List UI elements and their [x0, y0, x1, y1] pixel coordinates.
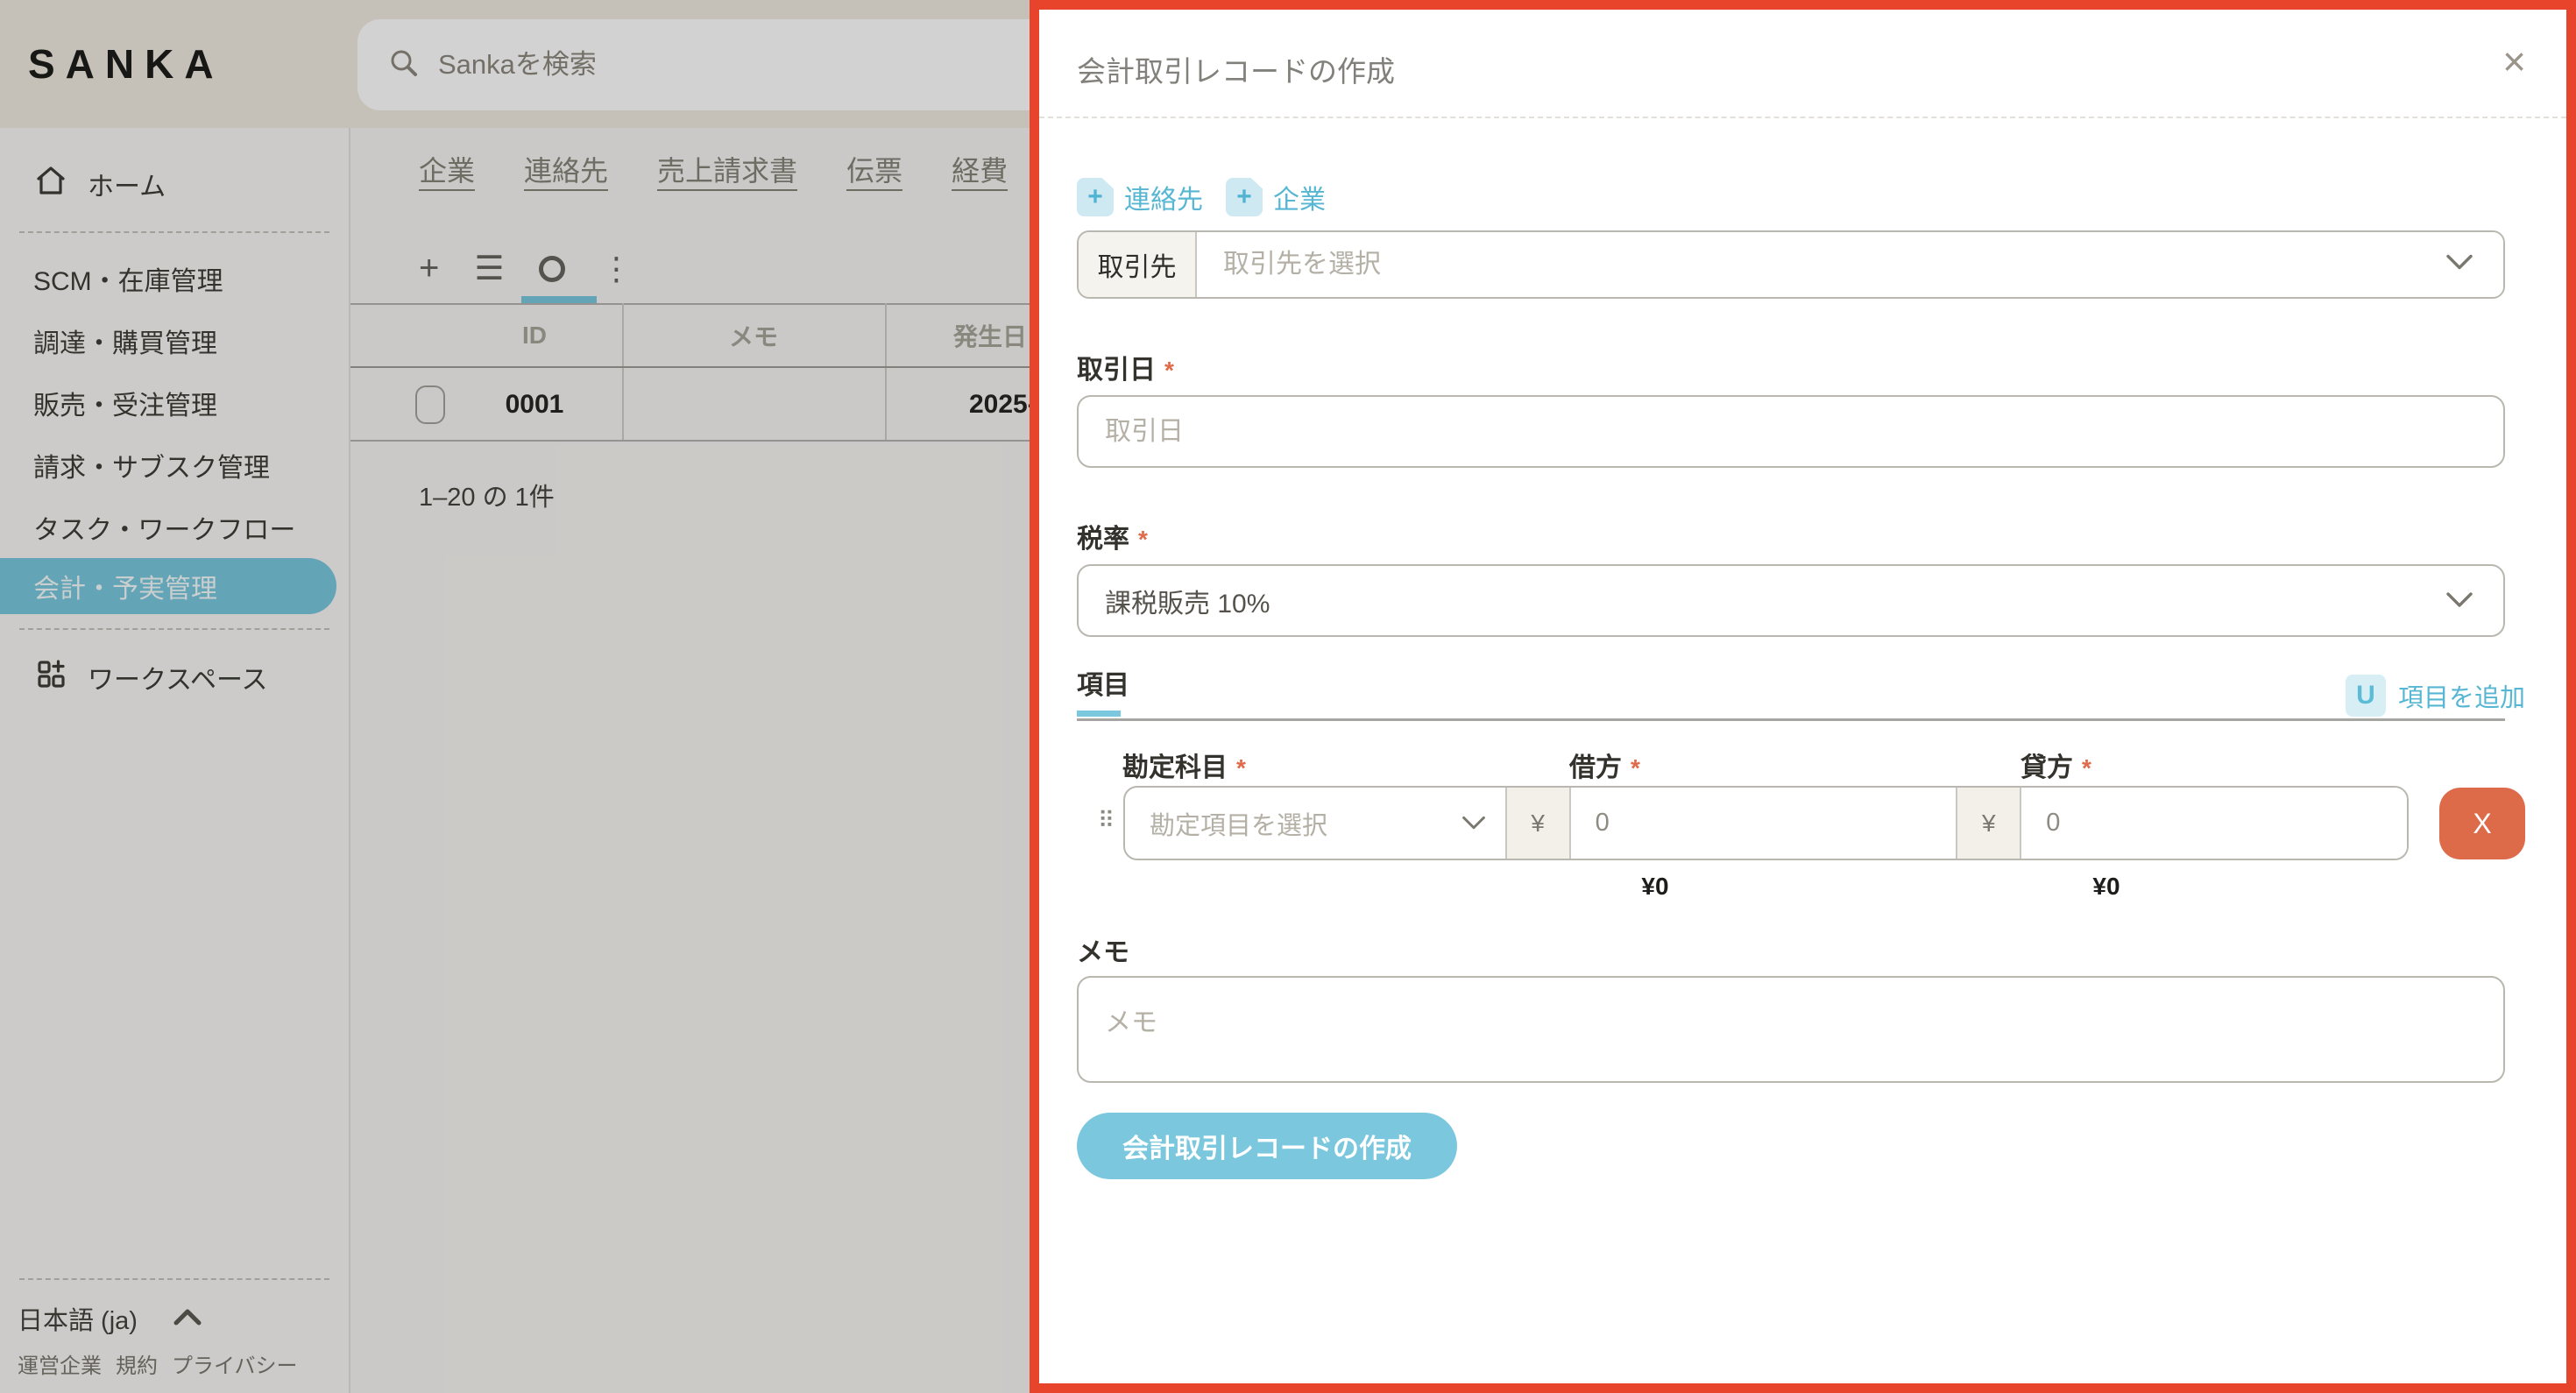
quick-add-company-button[interactable]: + 企業 [1226, 178, 1326, 216]
required-mark: * [1631, 754, 1640, 781]
close-icon[interactable]: × [2502, 41, 2526, 81]
required-mark: * [1164, 357, 1174, 384]
credit-amount-input[interactable] [2021, 788, 2407, 859]
memo-textarea[interactable] [1077, 976, 2505, 1083]
drag-handle-icon[interactable]: ⠿ [1098, 807, 1116, 834]
drawer-body: + 連絡先 + 企業 取引先 取引日* 税率* [1039, 176, 2566, 1179]
items-section-divider [1077, 718, 2505, 721]
required-mark: * [2082, 754, 2091, 781]
submit-button[interactable]: 会計取引レコードの作成 [1077, 1113, 1457, 1179]
credit-currency-prefix: ¥ [1956, 788, 2021, 859]
credit-column-label: 貸方* [2020, 746, 2091, 784]
screen: SANKA ホーム SCM・在庫管理 調達・購買管理 販売・受注管理 請求・サブ… [0, 0, 2576, 1393]
memo-label: メモ [1077, 930, 2525, 969]
items-section-header: 項目 U 項目を追加 [1077, 663, 2525, 717]
client-select-input[interactable] [1197, 232, 2503, 297]
add-item-button[interactable]: U 項目を追加 [2346, 675, 2525, 717]
item-totals: ¥0 ¥0 [1077, 873, 2525, 904]
plus-icon: + [1226, 178, 1263, 216]
transaction-date-input[interactable] [1077, 395, 2505, 468]
drawer-title: 会計取引レコードの作成 [1077, 48, 1395, 90]
create-transaction-drawer: 会計取引レコードの作成 × + 連絡先 + 企業 取引先 [1030, 0, 2576, 1393]
chevron-down-icon [2445, 586, 2473, 616]
items-section-title: 項目 [1077, 663, 1129, 717]
tax-rate-label: 税率* [1077, 517, 2525, 555]
quick-add-row: + 連絡先 + 企業 [1077, 176, 2525, 218]
required-mark: * [1138, 526, 1148, 553]
debit-column-label: 借方* [1569, 746, 1640, 784]
debit-amount-input[interactable] [1571, 788, 1957, 859]
account-column-label: 勘定科目* [1122, 746, 1246, 784]
client-select[interactable]: 取引先 [1077, 230, 2505, 299]
debit-currency-prefix: ¥ [1505, 788, 1571, 859]
delete-item-button[interactable]: X [2439, 788, 2525, 859]
plus-icon: + [1077, 178, 1114, 216]
chevron-down-icon [1461, 809, 1486, 838]
client-field-label: 取引先 [1079, 232, 1197, 297]
quick-add-label: 連絡先 [1124, 178, 1203, 216]
items-title-underline [1077, 711, 1121, 717]
required-mark: * [1236, 754, 1246, 781]
item-row: ⠿ 勘定項目を選択 ¥ ¥ X [1077, 786, 2525, 860]
tax-rate-select[interactable]: 課税販売 10% [1077, 564, 2505, 637]
credit-total: ¥0 [2054, 873, 2159, 901]
transaction-date-label: 取引日* [1077, 348, 2525, 386]
drawer-header: 会計取引レコードの作成 × [1039, 10, 2566, 118]
add-item-label: 項目を追加 [2398, 677, 2525, 714]
chevron-down-icon [2445, 254, 2473, 276]
debit-total: ¥0 [1603, 873, 1708, 901]
quick-add-contact-button[interactable]: + 連絡先 [1077, 178, 1203, 216]
add-item-icon: U [2346, 675, 2386, 717]
items-column-labels: 勘定科目* 借方* 貸方* [1077, 746, 2525, 781]
tax-rate-value: 課税販売 10% [1105, 582, 1270, 620]
account-select-placeholder: 勘定項目を選択 [1150, 805, 1327, 842]
item-input-group: 勘定項目を選択 ¥ ¥ [1123, 786, 2409, 860]
quick-add-label: 企業 [1273, 178, 1326, 216]
account-select[interactable]: 勘定項目を選択 [1125, 788, 1505, 859]
